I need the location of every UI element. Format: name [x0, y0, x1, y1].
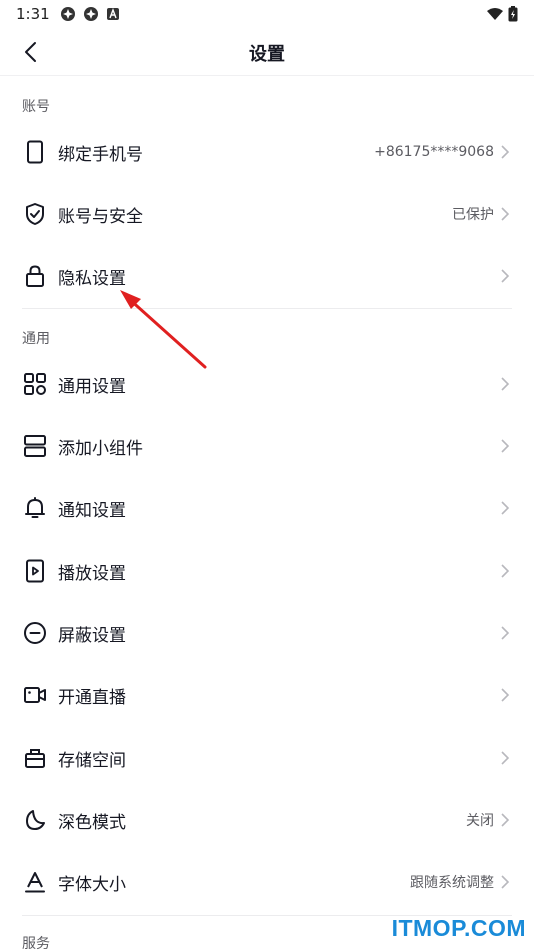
storage-icon [22, 745, 48, 771]
status-bar: 1:31 [0, 0, 534, 28]
text-notification-icon [106, 7, 120, 21]
settings-item-privacy[interactable]: 隐私设置 [0, 245, 534, 307]
chevron-right-icon [500, 875, 512, 889]
settings-item-label: 账号与安全 [58, 206, 143, 227]
app-notification-icon [83, 6, 99, 22]
app-notification-icon [60, 6, 76, 22]
chevron-right-icon [500, 207, 512, 221]
settings-item-storage[interactable]: 存储空间 [0, 727, 534, 789]
grid-icon [22, 371, 48, 397]
watermark-logo: ITMOP.COM [391, 915, 526, 941]
settings-item-bind-phone[interactable]: 绑定手机号 +86175****9068 [0, 121, 534, 183]
settings-item-font-size[interactable]: 字体大小 跟随系统调整 [0, 851, 534, 913]
settings-item-general[interactable]: 通用设置 [0, 353, 534, 415]
phone-icon [22, 139, 48, 165]
settings-item-label: 绑定手机号 [58, 144, 143, 165]
settings-item-block[interactable]: 屏蔽设置 [0, 602, 534, 664]
settings-item-playback[interactable]: 播放设置 [0, 540, 534, 602]
font-size-value: 跟随系统调整 [410, 875, 494, 891]
settings-item-dark-mode[interactable]: 深色模式 关闭 [0, 789, 534, 851]
chevron-right-icon [500, 145, 512, 159]
status-left: 1:31 [16, 5, 120, 23]
settings-item-label: 存储空间 [58, 750, 126, 771]
chevron-right-icon [500, 751, 512, 765]
settings-item-add-widget[interactable]: 添加小组件 [0, 415, 534, 477]
page-title: 设置 [249, 44, 285, 65]
settings-item-live-stream[interactable]: 开通直播 [0, 664, 534, 726]
security-status-value: 已保护 [452, 207, 494, 223]
dark-mode-value: 关闭 [466, 813, 494, 829]
status-time: 1:31 [16, 5, 50, 23]
chevron-right-icon [500, 626, 512, 640]
block-icon [22, 620, 48, 646]
video-camera-icon [22, 682, 48, 708]
moon-icon [22, 807, 48, 833]
section-header-general: 通用 [22, 331, 50, 347]
section-header-account: 账号 [22, 99, 50, 115]
chevron-right-icon [500, 564, 512, 578]
widget-icon [22, 433, 48, 459]
shield-check-icon [22, 201, 48, 227]
settings-item-account-security[interactable]: 账号与安全 已保护 [0, 183, 534, 245]
lock-icon [22, 263, 48, 289]
wifi-icon [486, 7, 504, 21]
settings-item-label: 通知设置 [58, 500, 126, 521]
chevron-right-icon [500, 501, 512, 515]
section-divider [22, 308, 512, 309]
chevron-right-icon [500, 439, 512, 453]
play-icon [22, 558, 48, 584]
settings-item-label: 通用设置 [58, 376, 126, 397]
bell-icon [22, 495, 48, 521]
settings-item-notifications[interactable]: 通知设置 [0, 477, 534, 539]
settings-item-label: 深色模式 [58, 812, 126, 833]
chevron-right-icon [500, 688, 512, 702]
font-size-icon [22, 869, 48, 895]
phone-number-value: +86175****9068 [374, 144, 494, 160]
settings-item-label: 字体大小 [58, 874, 126, 895]
settings-item-label: 播放设置 [58, 563, 126, 584]
chevron-right-icon [500, 377, 512, 391]
settings-item-label: 隐私设置 [58, 268, 126, 289]
section-header-service: 服务 [22, 936, 50, 950]
chevron-right-icon [500, 813, 512, 827]
settings-item-label: 添加小组件 [58, 438, 143, 459]
settings-item-label: 开通直播 [58, 687, 126, 708]
nav-bar: 设置 [0, 28, 534, 76]
chevron-right-icon [500, 269, 512, 283]
battery-icon [508, 6, 518, 22]
status-right [486, 6, 518, 22]
settings-item-label: 屏蔽设置 [58, 625, 126, 646]
